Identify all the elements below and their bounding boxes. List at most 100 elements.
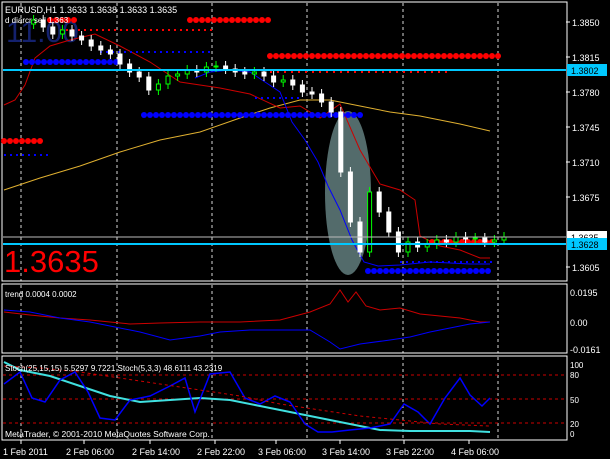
horizontal-lines[interactable]: 1.38021.36351.3628: [3, 64, 607, 250]
candle-body: [98, 45, 104, 51]
blue-signal-dash: [430, 261, 432, 263]
trend-blue-line: [3, 309, 491, 350]
red-signal-dash: [102, 29, 104, 31]
trend-tick-label: 0.0195: [570, 288, 598, 298]
red-signal-dash: [354, 71, 356, 73]
blue-signal-dot: [195, 112, 201, 118]
red-signal-dash: [382, 71, 384, 73]
blue-signal-dot: [425, 268, 431, 274]
chart-window[interactable]: 11.00 1.38021.36351.3628 1.3635 EURUSD,H…: [0, 0, 610, 459]
blue-signal-dot: [365, 268, 371, 274]
blue-signal-dot: [29, 59, 35, 65]
red-signal-dash: [326, 71, 328, 73]
candle-body: [328, 101, 334, 113]
price-tick-label: 1.3815: [572, 53, 600, 63]
blue-signal-dash: [142, 51, 144, 53]
red-signal-dash: [90, 29, 92, 31]
blue-signal-dot: [461, 268, 467, 274]
candle-body: [309, 91, 315, 95]
blue-signal-dash: [148, 51, 150, 53]
candle-body: [395, 231, 401, 253]
red-signal-dash: [431, 71, 433, 73]
blue-signal-dot: [297, 112, 303, 118]
red-signal-dash: [417, 71, 419, 73]
blue-signal-dot: [485, 268, 491, 274]
red-signal-dot: [381, 53, 387, 59]
time-tick-label: 2 Feb 14:00: [132, 447, 180, 457]
blue-signal-dot: [273, 112, 279, 118]
red-signal-dot: [405, 53, 411, 59]
blue-signal-dot: [327, 112, 333, 118]
blue-signal-dot: [159, 112, 165, 118]
red-signal-dot: [205, 17, 211, 23]
blue-signal-dash: [267, 97, 269, 99]
blue-signal-dot: [59, 59, 65, 65]
red-signal-dot: [465, 53, 471, 59]
candle-body: [472, 237, 478, 240]
time-tick-label: 2 Feb 22:00: [197, 447, 245, 457]
stoch-tick-label: 80: [570, 371, 579, 380]
candle-body: [117, 53, 123, 65]
red-signal-dot: [223, 17, 229, 23]
blue-signal-dot: [395, 268, 401, 274]
blue-signal-dot: [285, 112, 291, 118]
candle-body: [88, 39, 94, 47]
blue-signal-dot: [231, 112, 237, 118]
red-signal-dash: [150, 29, 152, 31]
blue-signal-dot: [141, 112, 147, 118]
blue-signal-dash: [424, 261, 426, 263]
blue-signal-dot: [473, 268, 479, 274]
blue-signal-dash: [484, 261, 486, 263]
red-signal-dot: [187, 17, 193, 23]
red-signal-dot: [309, 53, 315, 59]
red-signal-dash: [410, 71, 412, 73]
blue-signal-dot: [53, 59, 59, 65]
red-signal-dot: [279, 53, 285, 59]
blue-signal-dot: [83, 59, 89, 65]
blue-signal-dash: [4, 154, 6, 156]
red-signal-dash: [277, 71, 279, 73]
blue-signal-dash: [136, 51, 138, 53]
red-signal-dot: [339, 53, 345, 59]
candle-body: [50, 26, 56, 35]
blue-signal-dot: [261, 112, 267, 118]
blue-signal-dash: [490, 261, 492, 263]
blue-signal-dash: [154, 51, 156, 53]
red-signal-dot: [31, 138, 37, 144]
candle-body: [155, 83, 161, 91]
trend-tick-label: -0.0161: [570, 345, 601, 355]
blue-signal-dash: [400, 261, 402, 263]
blue-signal-dash: [261, 97, 263, 99]
candle-body: [299, 84, 305, 93]
red-signal-dot: [441, 53, 447, 59]
blue-signal-dot: [351, 112, 357, 118]
time-tick-label: 1 Feb 2011: [3, 447, 48, 457]
red-signal-dot: [273, 53, 279, 59]
blue-signal-dash: [255, 97, 257, 99]
red-signal-dot: [229, 17, 235, 23]
red-signal-dot: [483, 53, 489, 59]
red-signal-dash: [84, 29, 86, 31]
candle-body: [136, 71, 142, 78]
blue-signal-dot: [249, 112, 255, 118]
blue-signal-dot: [443, 268, 449, 274]
trend-label: trend 0.0004 0.0002: [5, 290, 77, 299]
red-signal-dash: [333, 71, 335, 73]
red-signal-dash: [198, 29, 200, 31]
red-signal-dash: [132, 29, 134, 31]
red-signal-dash: [445, 71, 447, 73]
price-tick-label: 1.3780: [572, 88, 600, 98]
blue-signal-dot: [165, 112, 171, 118]
blue-signal-dash: [166, 51, 168, 53]
blue-signal-dash: [442, 261, 444, 263]
price-tag-label: 1.3802: [571, 66, 599, 76]
red-signal-dot: [375, 53, 381, 59]
red-signal-dot: [429, 53, 435, 59]
red-signal-dash: [126, 29, 128, 31]
red-signal-dot: [241, 17, 247, 23]
stoch-tick-label: 100: [570, 361, 584, 370]
chart-canvas[interactable]: 11.00 1.38021.36351.3628 1.3635 EURUSD,H…: [0, 0, 610, 459]
blue-signal-dash: [10, 154, 12, 156]
candle-body: [280, 79, 286, 83]
red-signal-dot: [489, 53, 495, 59]
